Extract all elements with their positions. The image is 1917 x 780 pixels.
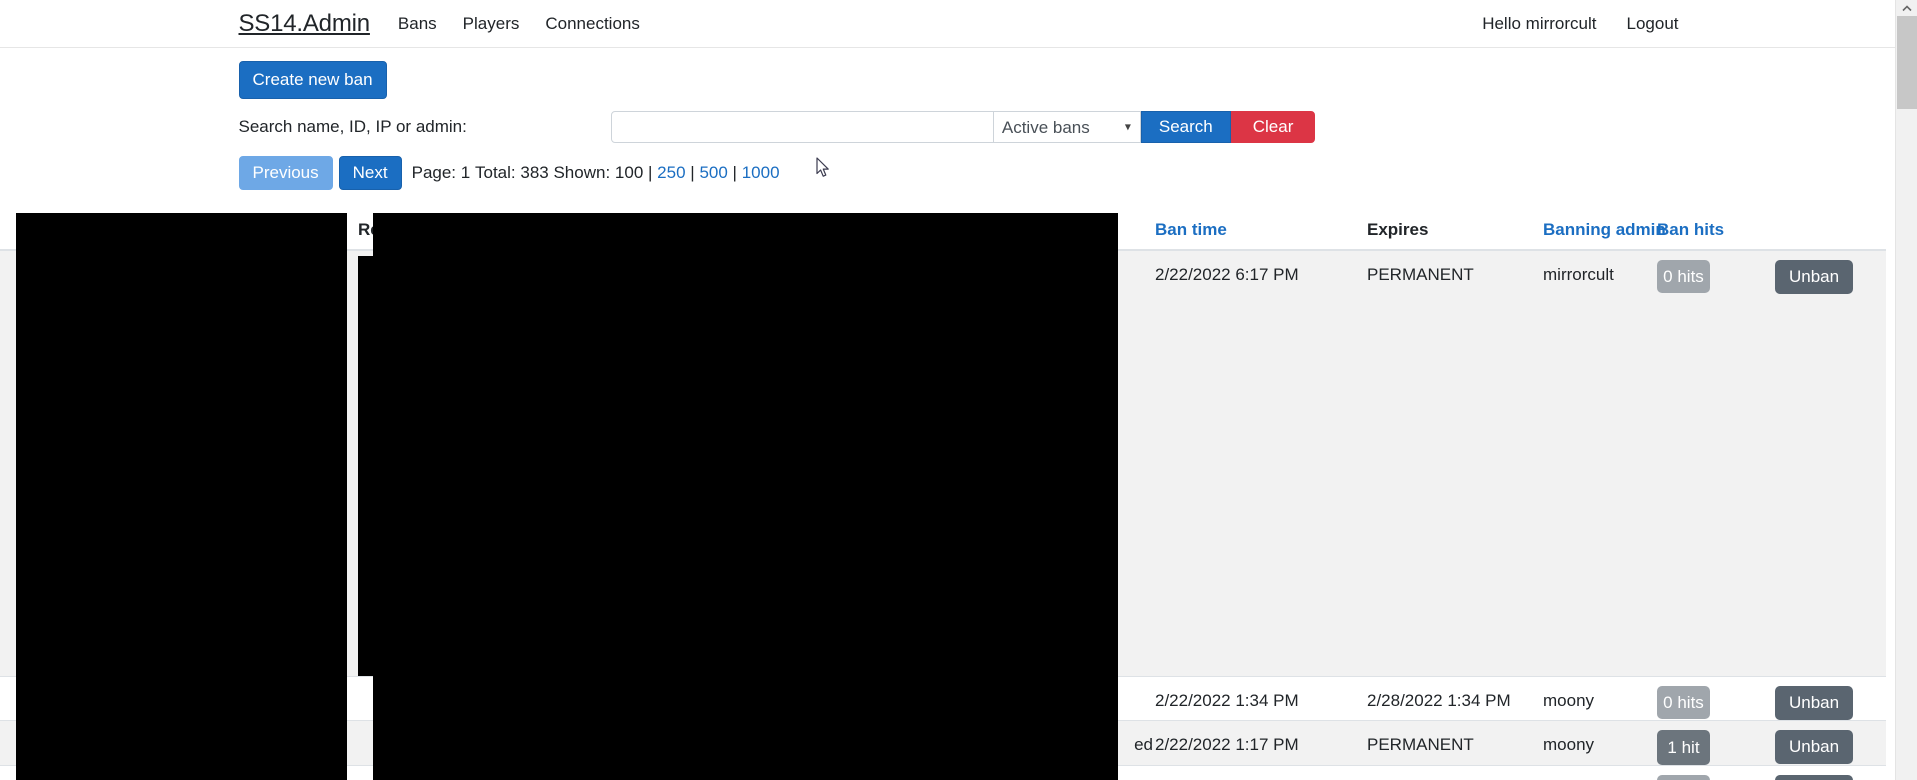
page-number: 1 [460, 163, 471, 183]
cell-ban-hits: 1 hit [1657, 719, 1775, 766]
cell-ban-hits: 0 hits [1657, 765, 1775, 780]
pagination-row: Previous Next Page: 1 Total: 383 Shown: … [238, 156, 1679, 191]
header-sort-ban-hits[interactable]: Ban hits [1657, 220, 1724, 239]
ban-hits-badge: 0 hits [1657, 260, 1710, 294]
cell-action: Unban [1775, 676, 1886, 721]
cell-action: Unban [1775, 719, 1886, 766]
cell-ban-hits: 0 hits [1657, 249, 1775, 677]
cell-expires: 2/28/2022 1:34 PM [1367, 676, 1543, 721]
primary-nav: Bans Players Connections [398, 14, 640, 34]
next-page-button[interactable]: Next [338, 156, 402, 191]
cell-ban-time: 2/22/2022 1:34 PM [1155, 676, 1367, 721]
total-label: Total: [474, 163, 516, 183]
logout-link[interactable]: Logout [1627, 14, 1679, 34]
brand-logo[interactable]: SS14.Admin [239, 10, 371, 38]
search-button[interactable]: Search [1140, 111, 1231, 144]
redaction-overlay-identity-lower [16, 638, 347, 780]
nav-link-bans[interactable]: Bans [398, 14, 437, 34]
header-expires-label: Expires [1367, 220, 1429, 239]
cell-banning-admin: moony [1543, 676, 1657, 721]
vertical-scrollbar[interactable] [1895, 0, 1917, 780]
header-ban-hits: Ban hits [1657, 212, 1886, 251]
cell-ban-hits: 0 hits [1657, 676, 1775, 721]
cell-ban-time: 2/22/2022 1:17 PM [1155, 719, 1367, 766]
cell-action: Unban [1775, 249, 1886, 677]
shown-option-1000[interactable]: 1000 [742, 163, 780, 182]
pagination-info: Page: 1 Total: 383 Shown: 100 | 250 | 50… [412, 163, 780, 183]
cell-ban-time: 2/22/2022 12:35 PM [1155, 765, 1367, 780]
cell-expires: PERMANENT [1367, 719, 1543, 766]
total-count: 383 [520, 163, 549, 183]
shown-separator-2: | [690, 163, 695, 183]
unban-button[interactable]: Unban [1775, 730, 1854, 764]
controls-panel: Create new ban Search name, ID, IP or ad… [238, 48, 1679, 191]
main-content: Create new ban Search name, ID, IP or ad… [238, 48, 1679, 191]
unban-button[interactable]: Unban [1775, 686, 1854, 720]
page-label: Page: [411, 163, 457, 183]
search-input[interactable] [610, 111, 994, 144]
nav-link-players[interactable]: Players [463, 14, 520, 34]
reason-visible-tail: ed [1134, 735, 1153, 754]
clear-button[interactable]: Clear [1230, 111, 1316, 144]
cell-banning-admin: moony [1543, 719, 1657, 766]
header-sort-ban-time[interactable]: Ban time [1155, 220, 1227, 239]
cell-banning-admin: moony [1543, 765, 1657, 780]
shown-label: Shown: [553, 163, 611, 183]
header-expires: Expires [1367, 212, 1543, 251]
cell-expires: PERMANENT [1367, 249, 1543, 677]
redaction-overlay-identity [16, 213, 347, 638]
create-new-ban-button[interactable]: Create new ban [238, 61, 387, 100]
cell-expires: PERMANENT [1367, 765, 1543, 780]
scroll-up-arrow-icon[interactable] [1896, 0, 1917, 16]
unban-button[interactable]: Unban [1775, 260, 1854, 294]
shown-current: 100 [614, 163, 644, 183]
shown-separator-1: | [648, 163, 653, 183]
ban-hits-badge: 0 hits [1657, 686, 1710, 720]
create-ban-row: Create new ban [238, 61, 1679, 100]
nav-link-connections[interactable]: Connections [545, 14, 640, 34]
previous-page-button[interactable]: Previous [238, 156, 333, 191]
shown-separator-3: | [732, 163, 737, 183]
ban-filter-select-wrap: Active bans ▾ [993, 111, 1141, 144]
ban-filter-select[interactable]: Active bans [993, 111, 1141, 144]
shown-option-250[interactable]: 250 [657, 163, 685, 182]
top-navbar: SS14.Admin Bans Players Connections Hell… [0, 0, 1917, 48]
header-sort-banning-admin[interactable]: Banning admin [1543, 220, 1666, 239]
redaction-overlay-reason-lower [373, 638, 1118, 780]
scrollbar-thumb[interactable] [1897, 16, 1917, 109]
ban-hits-badge: 0 hits [1657, 775, 1710, 780]
cell-ban-time: 2/22/2022 6:17 PM [1155, 249, 1367, 677]
shown-option-500[interactable]: 500 [699, 163, 727, 182]
unban-button[interactable]: Unban [1775, 775, 1854, 780]
header-ban-time: Ban time [1155, 212, 1367, 251]
cell-banning-admin: mirrorcult [1543, 249, 1657, 677]
chevron-up-glyph [1901, 4, 1912, 11]
redaction-overlay-reason [373, 213, 1118, 638]
search-label: Search name, ID, IP or admin: [238, 117, 467, 137]
ban-hits-badge: 1 hit [1657, 730, 1710, 766]
search-row: Search name, ID, IP or admin: Active ban… [239, 110, 1679, 144]
header-banning-admin: Banning admin [1543, 212, 1666, 251]
user-greeting[interactable]: Hello mirrorcult [1482, 14, 1596, 34]
cell-action: Unban [1775, 765, 1886, 780]
user-nav: Hello mirrorcult Logout [1482, 14, 1678, 34]
